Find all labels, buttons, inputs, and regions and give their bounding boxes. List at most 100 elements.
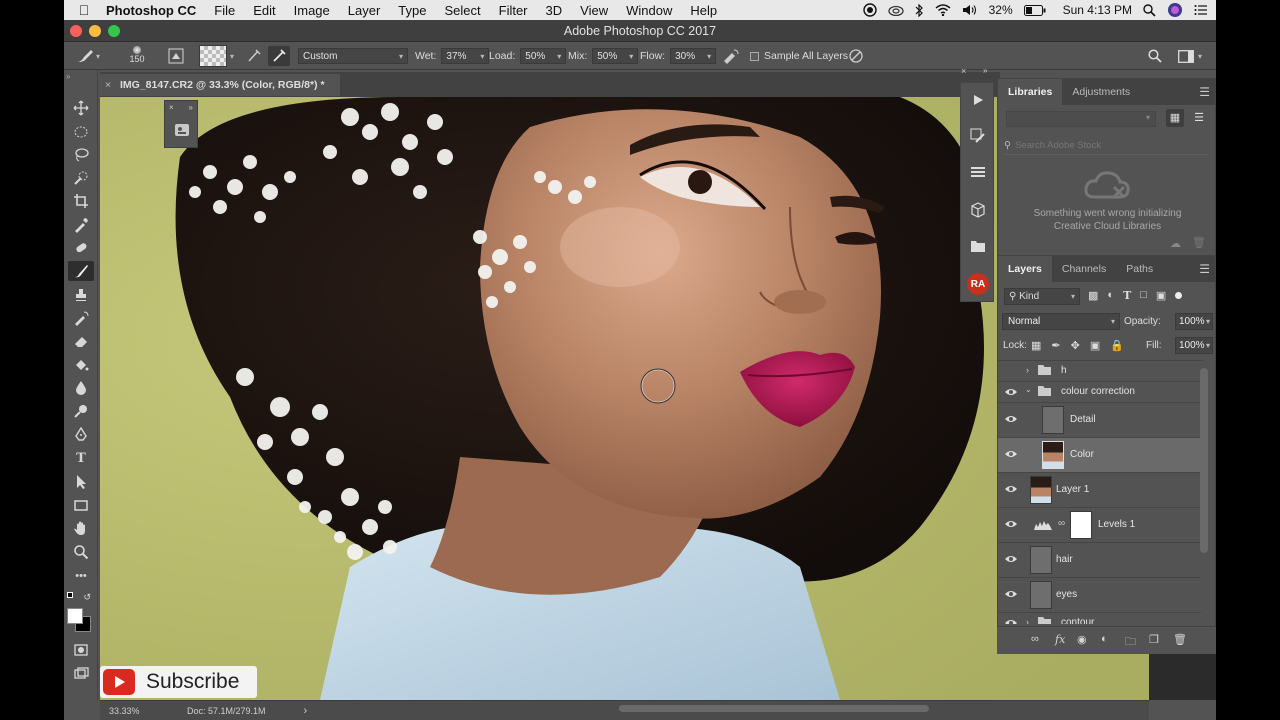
lasso-tool[interactable] [68, 145, 94, 165]
menu-image[interactable]: Image [285, 3, 339, 18]
preset-dropdown[interactable]: Custom ▾ [298, 42, 408, 70]
user-avatar-badge[interactable]: RA [967, 273, 989, 295]
pixel-filter-icon[interactable]: ▩ [1088, 289, 1098, 302]
collapse-icon[interactable]: » [189, 103, 193, 112]
visibility-eye-icon[interactable] [1004, 414, 1018, 424]
spotlight-search-icon[interactable] [1143, 3, 1156, 17]
marquee-tool[interactable] [68, 122, 94, 142]
tool-preset-icon[interactable] [174, 123, 190, 137]
menu-window[interactable]: Window [617, 3, 681, 18]
panel-menu-icon[interactable]: ☰ [1199, 79, 1210, 105]
workspace-switcher[interactable]: ▾ [1178, 42, 1202, 70]
record-icon[interactable] [862, 3, 877, 17]
zoom-tool[interactable] [68, 542, 94, 562]
foreground-color-swatch[interactable] [67, 608, 83, 624]
3d-cube-icon[interactable] [967, 199, 989, 221]
siri-icon[interactable] [1167, 2, 1183, 18]
blend-mode-dropdown[interactable]: Normal ▾ [1002, 313, 1120, 330]
clean-brush-toggle[interactable] [268, 46, 290, 66]
layer-row-h[interactable]: › h [998, 361, 1201, 382]
layer-row-eyes[interactable]: eyes [998, 578, 1201, 613]
volume-icon[interactable] [962, 4, 978, 16]
lock-artboard-icon[interactable]: ▣ [1090, 339, 1100, 352]
collapse-icon[interactable]: » [66, 72, 70, 81]
dodge-tool[interactable] [68, 401, 94, 421]
load-brush-toggle[interactable] [246, 42, 262, 70]
add-mask-icon[interactable]: ◉ [1077, 633, 1087, 646]
tab-channels[interactable]: Channels [1052, 256, 1116, 282]
panel-menu-icon[interactable]: ☰ [1199, 256, 1210, 282]
sample-all-layers-checkbox[interactable]: Sample All Layers [750, 42, 848, 70]
close-panel-icon[interactable]: × [961, 66, 966, 76]
library-select[interactable]: ▾ [1006, 111, 1156, 127]
list-view-icon[interactable]: ☰ [1190, 109, 1208, 127]
layer-row-color[interactable]: Color [998, 438, 1201, 473]
libraries-folder-icon[interactable] [967, 235, 989, 257]
trash-icon[interactable]: 🗑 [1192, 236, 1206, 249]
rectangle-tool[interactable] [68, 495, 94, 515]
close-tab-icon[interactable]: × [105, 74, 111, 96]
eyedropper-tool[interactable] [68, 215, 94, 235]
horizontal-scrollbar[interactable] [619, 705, 929, 712]
quick-mask-button[interactable] [68, 640, 94, 660]
history-brush-tool[interactable] [68, 308, 94, 328]
healing-brush-tool[interactable] [68, 238, 94, 258]
load-control[interactable]: Load: 50% ▾ [489, 42, 567, 70]
paint-bucket-tool[interactable] [68, 355, 94, 375]
menu-filter[interactable]: Filter [490, 3, 537, 18]
wet-control[interactable]: Wet: 37% ▾ [415, 42, 490, 70]
hand-tool[interactable] [68, 518, 94, 538]
menu-app[interactable]: Photoshop CC [104, 3, 205, 18]
fill-field[interactable]: 100% ▾ [1175, 337, 1213, 354]
layer-row-hair[interactable]: hair [998, 543, 1201, 578]
layer-row-layer-1[interactable]: Layer 1 [998, 473, 1201, 508]
adjustment-filter-icon[interactable]: ◐ [1107, 289, 1114, 302]
flow-control[interactable]: Flow: 30% ▾ [640, 42, 717, 70]
notification-center-icon[interactable] [1194, 4, 1208, 16]
quick-selection-tool[interactable] [68, 168, 94, 188]
stock-search-field[interactable]: ⚲ Search Adobe Stock [1004, 137, 1208, 155]
visibility-eye-icon[interactable] [1004, 449, 1018, 459]
new-adjustment-layer-icon[interactable]: ◐ [1101, 633, 1108, 645]
menu-help[interactable]: Help [681, 3, 726, 18]
layer-style-fx-icon[interactable]: fx [1055, 633, 1065, 646]
opacity-field[interactable]: 100% ▾ [1175, 313, 1213, 330]
airbrush-toggle[interactable] [722, 42, 740, 70]
brush-panel-toggle[interactable] [168, 42, 184, 70]
layer-row-detail[interactable]: Detail [998, 403, 1201, 438]
path-selection-tool[interactable] [68, 472, 94, 492]
new-layer-icon[interactable]: ❐ [1149, 633, 1159, 646]
type-filter-icon[interactable]: T [1123, 289, 1131, 302]
menu-file[interactable]: File [205, 3, 244, 18]
visibility-eye-icon[interactable] [1004, 484, 1018, 494]
clone-stamp-tool[interactable] [68, 285, 94, 305]
close-window-button[interactable] [70, 25, 82, 37]
tab-layers[interactable]: Layers [998, 256, 1052, 282]
tab-paths[interactable]: Paths [1116, 256, 1163, 282]
document-tab[interactable]: × IMG_8147.CR2 @ 33.3% (Color, RGB/8*) * [100, 74, 340, 96]
mask-link-icon[interactable]: ∞ [1058, 518, 1065, 529]
visibility-eye-icon[interactable] [1004, 387, 1018, 397]
actions-play-icon[interactable] [967, 89, 989, 111]
expand-arrow-icon[interactable]: › [1026, 365, 1029, 375]
pressure-size-toggle[interactable] [848, 42, 864, 70]
layer-filter-kind[interactable]: ⚲ Kind ▾ [1004, 288, 1080, 305]
mixer-brush-tool[interactable] [68, 261, 94, 281]
zoom-window-button[interactable] [108, 25, 120, 37]
tab-libraries[interactable]: Libraries [998, 79, 1063, 105]
subscribe-overlay-button[interactable]: Subscribe [100, 666, 257, 698]
cloud-sync-icon[interactable]: ☁ [1170, 237, 1181, 250]
status-menu-arrow-icon[interactable]: › [304, 705, 308, 717]
screen-mode-button[interactable] [68, 664, 94, 684]
close-icon[interactable]: × [169, 103, 174, 112]
edit-toolbar-button[interactable]: ••• [68, 566, 94, 586]
mix-control[interactable]: Mix: 50% ▾ [568, 42, 639, 70]
search-button[interactable] [1148, 42, 1162, 70]
type-tool[interactable]: T [68, 448, 94, 468]
brush-size-picker[interactable]: 150 [122, 42, 152, 70]
brush-presets-icon[interactable] [967, 125, 989, 147]
lock-paint-icon[interactable]: ✒ [1051, 339, 1060, 352]
grid-view-icon[interactable]: ▦ [1166, 109, 1184, 127]
apple-menu-icon[interactable]:  [64, 2, 104, 18]
menu-3d[interactable]: 3D [537, 3, 572, 18]
